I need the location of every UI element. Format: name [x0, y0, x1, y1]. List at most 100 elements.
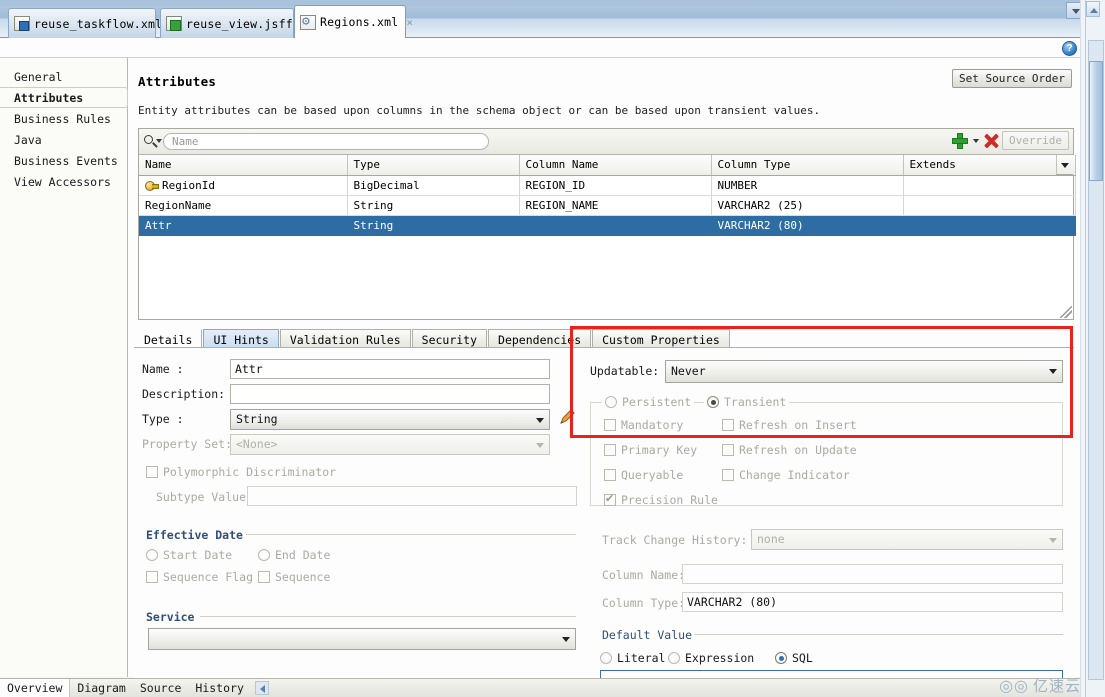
- type-label: Type :: [142, 412, 184, 426]
- table-row[interactable]: RegionName String REGION_NAME VARCHAR2 (…: [139, 195, 1076, 216]
- name-input[interactable]: Attr: [230, 359, 550, 379]
- sql-radio[interactable]: SQL: [775, 651, 813, 665]
- table-row-selected[interactable]: Attr String VARCHAR2 (80): [139, 215, 1076, 236]
- sidebar-item-general[interactable]: General: [0, 66, 127, 87]
- column-header-column-type[interactable]: Column Type: [711, 155, 904, 176]
- help-strip: ?: [0, 38, 1085, 58]
- radio-circle: [600, 652, 612, 664]
- sequence-checkbox: Sequence: [258, 570, 330, 584]
- bottom-tab-diagram[interactable]: Diagram: [69, 679, 132, 697]
- sidebar-item-business-events[interactable]: Business Events: [0, 150, 127, 171]
- description-input[interactable]: [230, 384, 550, 404]
- checkbox-label: Polymorphic Discriminator: [163, 465, 337, 479]
- editor-tab-label: Regions.xml: [320, 15, 399, 29]
- chevron-left-icon: [259, 685, 265, 693]
- column-header-column-name[interactable]: Column Name: [519, 155, 712, 176]
- service-group-title: Service: [146, 610, 195, 624]
- radio-circle: [775, 652, 787, 664]
- close-icon[interactable]: ×: [403, 16, 416, 29]
- add-dropdown-chevron-down-icon[interactable]: [973, 138, 980, 143]
- bottom-tab-scroll-left-button[interactable]: [254, 681, 269, 695]
- checkbox-box: [258, 571, 270, 583]
- checkbox-box: [146, 571, 158, 583]
- sidebar-item-label: Business Events: [14, 153, 118, 168]
- column-header-name[interactable]: Name: [139, 155, 348, 176]
- editor-tab-reuse-view[interactable]: reuse_view.jsff ×: [160, 8, 307, 38]
- primary-key-checkbox: Primary Key: [604, 443, 697, 457]
- literal-radio[interactable]: Literal: [600, 651, 665, 665]
- table-resize-grip[interactable]: [1060, 306, 1072, 318]
- sidebar-item-view-accessors[interactable]: View Accessors: [0, 171, 127, 192]
- checkbox-label: Precision Rule: [621, 493, 718, 507]
- scrollbar-thumb[interactable]: [1089, 61, 1103, 181]
- checkbox-box: [722, 444, 734, 456]
- default-value-group-title: Default Value: [602, 628, 693, 642]
- property-set-label: Property Set:: [142, 437, 233, 451]
- cell-name: Attr: [139, 215, 348, 236]
- scrollbar-track[interactable]: [1088, 40, 1104, 680]
- editor-tab-regions[interactable]: Regions.xml ×: [294, 5, 413, 38]
- radio-label: SQL: [792, 651, 813, 665]
- table-column-chooser-button[interactable]: [1056, 155, 1073, 175]
- cell-extends: [903, 175, 1076, 196]
- tab-strip-top-fill: [0, 0, 1085, 6]
- type-select-value: String: [236, 412, 278, 426]
- track-change-history-label: Track Change History:: [602, 533, 748, 547]
- chevron-down-icon: [536, 443, 544, 448]
- help-icon[interactable]: ?: [1062, 41, 1077, 56]
- tab-ui-hints[interactable]: UI Hints: [203, 329, 279, 348]
- checkbox-label: Queryable: [621, 468, 684, 482]
- bottom-tab-history[interactable]: History: [188, 679, 250, 697]
- service-select[interactable]: [148, 628, 576, 650]
- cell-extends: [903, 195, 1076, 216]
- vertical-scrollbar[interactable]: [1085, 0, 1105, 697]
- track-change-history-value: none: [757, 532, 785, 546]
- override-button[interactable]: Override: [1002, 131, 1069, 150]
- cell-type: String: [347, 215, 520, 236]
- editor-tab-reuse-taskflow[interactable]: reuse_taskflow.xml ×: [8, 8, 177, 38]
- ide-window: reuse_taskflow.xml × reuse_view.jsff × R…: [0, 0, 1105, 697]
- tab-details[interactable]: Details: [134, 329, 203, 348]
- search-icon[interactable]: [141, 131, 163, 153]
- tab-validation-rules[interactable]: Validation Rules: [279, 329, 411, 348]
- property-set-value: <None>: [236, 437, 278, 451]
- property-set-select: <None>: [230, 434, 550, 455]
- checkbox-box: [604, 492, 616, 506]
- bottom-tab-source[interactable]: Source: [133, 679, 189, 697]
- default-value-highlight-box: [570, 326, 1073, 438]
- editor-tab-strip: reuse_taskflow.xml × reuse_view.jsff × R…: [0, 0, 1085, 38]
- effective-date-divider: [246, 534, 576, 535]
- table-row[interactable]: RegionId BigDecimal REGION_ID NUMBER: [139, 175, 1076, 196]
- jsff-file-icon: [166, 16, 182, 31]
- column-type-input: VARCHAR2 (80): [682, 592, 1063, 612]
- refresh-on-update-checkbox: Refresh on Update: [722, 443, 857, 457]
- bottom-tab-overview[interactable]: Overview: [0, 679, 70, 697]
- sidebar-item-attributes[interactable]: Attributes: [0, 87, 128, 108]
- expression-radio[interactable]: Expression: [668, 651, 754, 665]
- delete-attribute-icon[interactable]: [984, 133, 999, 148]
- sidebar-item-business-rules[interactable]: Business Rules: [0, 108, 127, 129]
- checkbox-label: Refresh on Update: [739, 443, 857, 457]
- checkbox-box: [604, 444, 616, 456]
- set-source-order-button[interactable]: Set Source Order: [952, 69, 1072, 88]
- radio-label: Start Date: [163, 548, 233, 562]
- type-select[interactable]: String: [230, 409, 550, 430]
- cell-column-type: VARCHAR2 (80): [711, 215, 904, 236]
- track-change-history-select: none: [751, 529, 1063, 550]
- search-input[interactable]: Name: [163, 133, 489, 150]
- queryable-checkbox: Queryable: [604, 468, 683, 482]
- chevron-down-icon: [562, 637, 570, 642]
- tab-security[interactable]: Security: [411, 329, 488, 348]
- chevron-up-icon: [1090, 8, 1098, 13]
- description-label: Description:: [142, 387, 226, 401]
- sidebar-item-java[interactable]: Java: [0, 129, 127, 150]
- column-header-extends[interactable]: Extends: [903, 155, 1076, 176]
- column-type-label: Column Type:: [602, 596, 686, 610]
- attributes-panel: Attributes Set Source Order Entity attri…: [128, 58, 1085, 697]
- add-attribute-icon[interactable]: [952, 132, 969, 149]
- scroll-up-button[interactable]: [1086, 1, 1100, 17]
- editor-tab-label: reuse_taskflow.xml: [34, 16, 163, 31]
- sidebar-item-label: Java: [14, 132, 42, 147]
- column-header-type[interactable]: Type: [347, 155, 520, 176]
- page-description: Entity attributes can be based upon colu…: [138, 104, 821, 117]
